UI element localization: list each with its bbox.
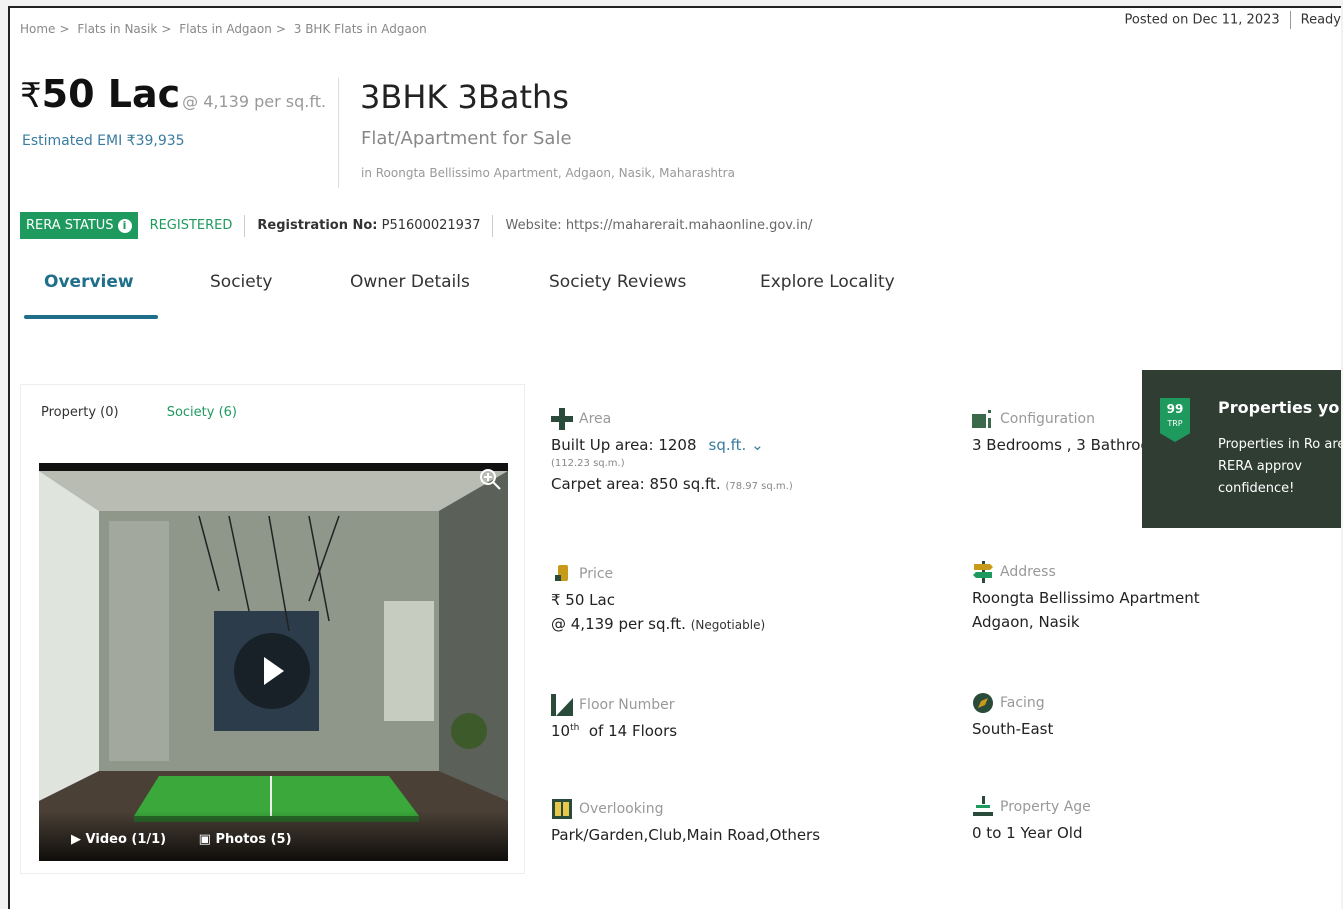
property-age-detail: Property Age 0 to 1 Year Old <box>972 796 1091 842</box>
rera-status-label: RERA STATUS <box>26 218 114 233</box>
breadcrumb: Home > Flats in Nasik > Flats in Adgaon > 3… <box>20 22 427 36</box>
media-gallery: Property (0) Society (6) ▶ Video (1/1) ▣… <box>20 384 525 874</box>
unit-selector[interactable]: sq.ft. ⌄ <box>709 436 764 454</box>
facing-value: South-East <box>972 720 1054 738</box>
price-amount: 50 Lac <box>41 72 181 116</box>
divider <box>338 78 339 188</box>
tab-owner-details[interactable]: Owner Details <box>350 272 470 292</box>
bed-icon <box>972 410 991 428</box>
overlooking-detail: Overlooking Park/Garden,Club,Main Road,O… <box>551 798 820 844</box>
tab-society[interactable]: Society <box>210 272 272 292</box>
trust-badge-icon: 99 TRP <box>1160 398 1190 442</box>
area-icon <box>551 408 573 430</box>
video-player[interactable]: ▶ Video (1/1) ▣ Photos (5) <box>39 463 508 861</box>
video-link[interactable]: ▶ Video (1/1) <box>71 832 166 847</box>
tab-overview[interactable]: Overview <box>44 272 134 292</box>
promo-title: Properties yo <box>1218 398 1340 417</box>
info-icon[interactable]: i <box>117 218 132 233</box>
listing-type: Flat/Apartment for Sale <box>361 128 572 149</box>
built-up-sqm: (112.23 sq.m.) <box>551 458 625 469</box>
area-detail: Area Built Up area: 1208 sq.ft. ⌄ (112.23… <box>551 408 793 493</box>
play-icon[interactable] <box>234 633 310 709</box>
video-icon: ▶ <box>71 832 81 847</box>
address-detail: Address Roongta Bellissimo Apartment Adg… <box>972 561 1200 631</box>
rera-status-badge[interactable]: RERA STATUS i <box>20 212 138 239</box>
listing-location[interactable]: in Roongta Bellissimo Apartment, Adgaon,… <box>361 166 735 180</box>
built-up-area: Built Up area: 1208 <box>551 436 697 454</box>
facing-label: Facing <box>1000 695 1045 711</box>
price-detail: Price ₹ 50 Lac @ 4,139 per sq.ft. (Negot… <box>551 563 765 633</box>
price-tag-icon <box>555 565 568 581</box>
section-tabs: Overview Society Owner Details Society R… <box>24 264 1124 320</box>
price-label: Price <box>579 566 614 582</box>
price-value: ₹ 50 Lac <box>551 591 615 609</box>
zoom-in-icon[interactable] <box>478 467 502 491</box>
divider <box>1289 11 1291 29</box>
overlooking-value: Park/Garden,Club,Main Road,Others <box>551 826 821 844</box>
carpet-sqm: (78.97 sq.m.) <box>725 481 793 492</box>
price-per-sqft: @ 4,139 per sq.ft. <box>551 615 686 633</box>
media-tabs: Property (0) Society (6) <box>41 405 281 420</box>
area-label: Area <box>579 411 612 427</box>
rera-registered: REGISTERED <box>149 218 233 233</box>
compass-icon <box>973 693 993 713</box>
breadcrumb-flats-nasik[interactable]: Flats in Nasik <box>77 22 157 36</box>
registration-number: Registration No: P51600021937 <box>257 218 481 233</box>
signpost-icon <box>973 561 993 583</box>
floor-number: 10 <box>551 722 571 740</box>
rera-promo-tooltip[interactable]: 99 TRP Properties yo Properties in Ro are… <box>1142 370 1341 528</box>
tab-explore-locality[interactable]: Explore Locality <box>760 272 895 292</box>
photos-link[interactable]: ▣ Photos (5) <box>199 832 292 847</box>
carpet-area: Carpet area: 850 sq.ft. <box>551 475 721 493</box>
price-block: ₹50 Lac @ 4,139 per sq.ft. <box>20 72 326 116</box>
posted-date: Posted on Dec 11, 2023 <box>1124 12 1280 28</box>
currency-symbol: ₹ <box>20 76 42 116</box>
active-tab-indicator <box>24 315 158 319</box>
facing-detail: Facing South-East <box>972 692 1053 738</box>
media-tab-property[interactable]: Property (0) <box>41 405 119 420</box>
overlooking-label: Overlooking <box>579 801 664 817</box>
divider <box>492 214 494 237</box>
chevron-down-icon: ⌄ <box>751 436 764 454</box>
breadcrumb-flats-adgaon[interactable]: Flats in Adgaon <box>179 22 272 36</box>
page-frame: Home > Flats in Nasik > Flats in Adgaon > 3… <box>8 6 1341 909</box>
divider <box>244 214 246 237</box>
emi-link[interactable]: Estimated EMI ₹39,935 <box>22 133 185 149</box>
posting-info: Posted on Dec 11, 2023 Ready <box>1125 11 1341 29</box>
breadcrumb-3bhk-adgaon[interactable]: 3 BHK Flats in Adgaon <box>294 22 427 36</box>
breadcrumb-home[interactable]: Home <box>20 22 55 36</box>
floor-suffix: th <box>570 723 580 733</box>
status-text: Ready <box>1300 12 1341 28</box>
address-label: Address <box>1000 564 1056 580</box>
property-age-value: 0 to 1 Year Old <box>972 824 1083 842</box>
total-floors: of 14 Floors <box>588 722 678 740</box>
media-links: ▶ Video (1/1) ▣ Photos (5) <box>71 832 320 847</box>
window-icon <box>552 799 572 819</box>
tab-society-reviews[interactable]: Society Reviews <box>549 272 686 292</box>
rera-website[interactable]: Website: https://maharerait.mahaonline.g… <box>505 218 812 233</box>
configuration-label: Configuration <box>1000 411 1095 427</box>
price-rate: @ 4,139 per sq.ft. <box>182 92 327 111</box>
address-line2: Adgaon, Nasik <box>972 613 1080 631</box>
page-title: 3BHK 3Baths <box>360 78 569 116</box>
negotiable-tag: (Negotiable) <box>690 618 766 632</box>
rera-row: RERA STATUS i REGISTERED Registration No… <box>20 212 812 239</box>
floor-detail: Floor Number 10th of 14 Floors <box>551 694 677 740</box>
photos-icon: ▣ <box>198 832 211 847</box>
promo-body: Properties in Ro are RERA approv confide… <box>1218 437 1341 496</box>
floor-icon <box>551 694 573 716</box>
media-tab-society[interactable]: Society (6) <box>167 405 237 420</box>
floor-label: Floor Number <box>579 697 675 713</box>
hourglass-icon <box>973 796 993 816</box>
property-age-label: Property Age <box>1000 799 1091 815</box>
address-line1: Roongta Bellissimo Apartment <box>972 589 1200 607</box>
